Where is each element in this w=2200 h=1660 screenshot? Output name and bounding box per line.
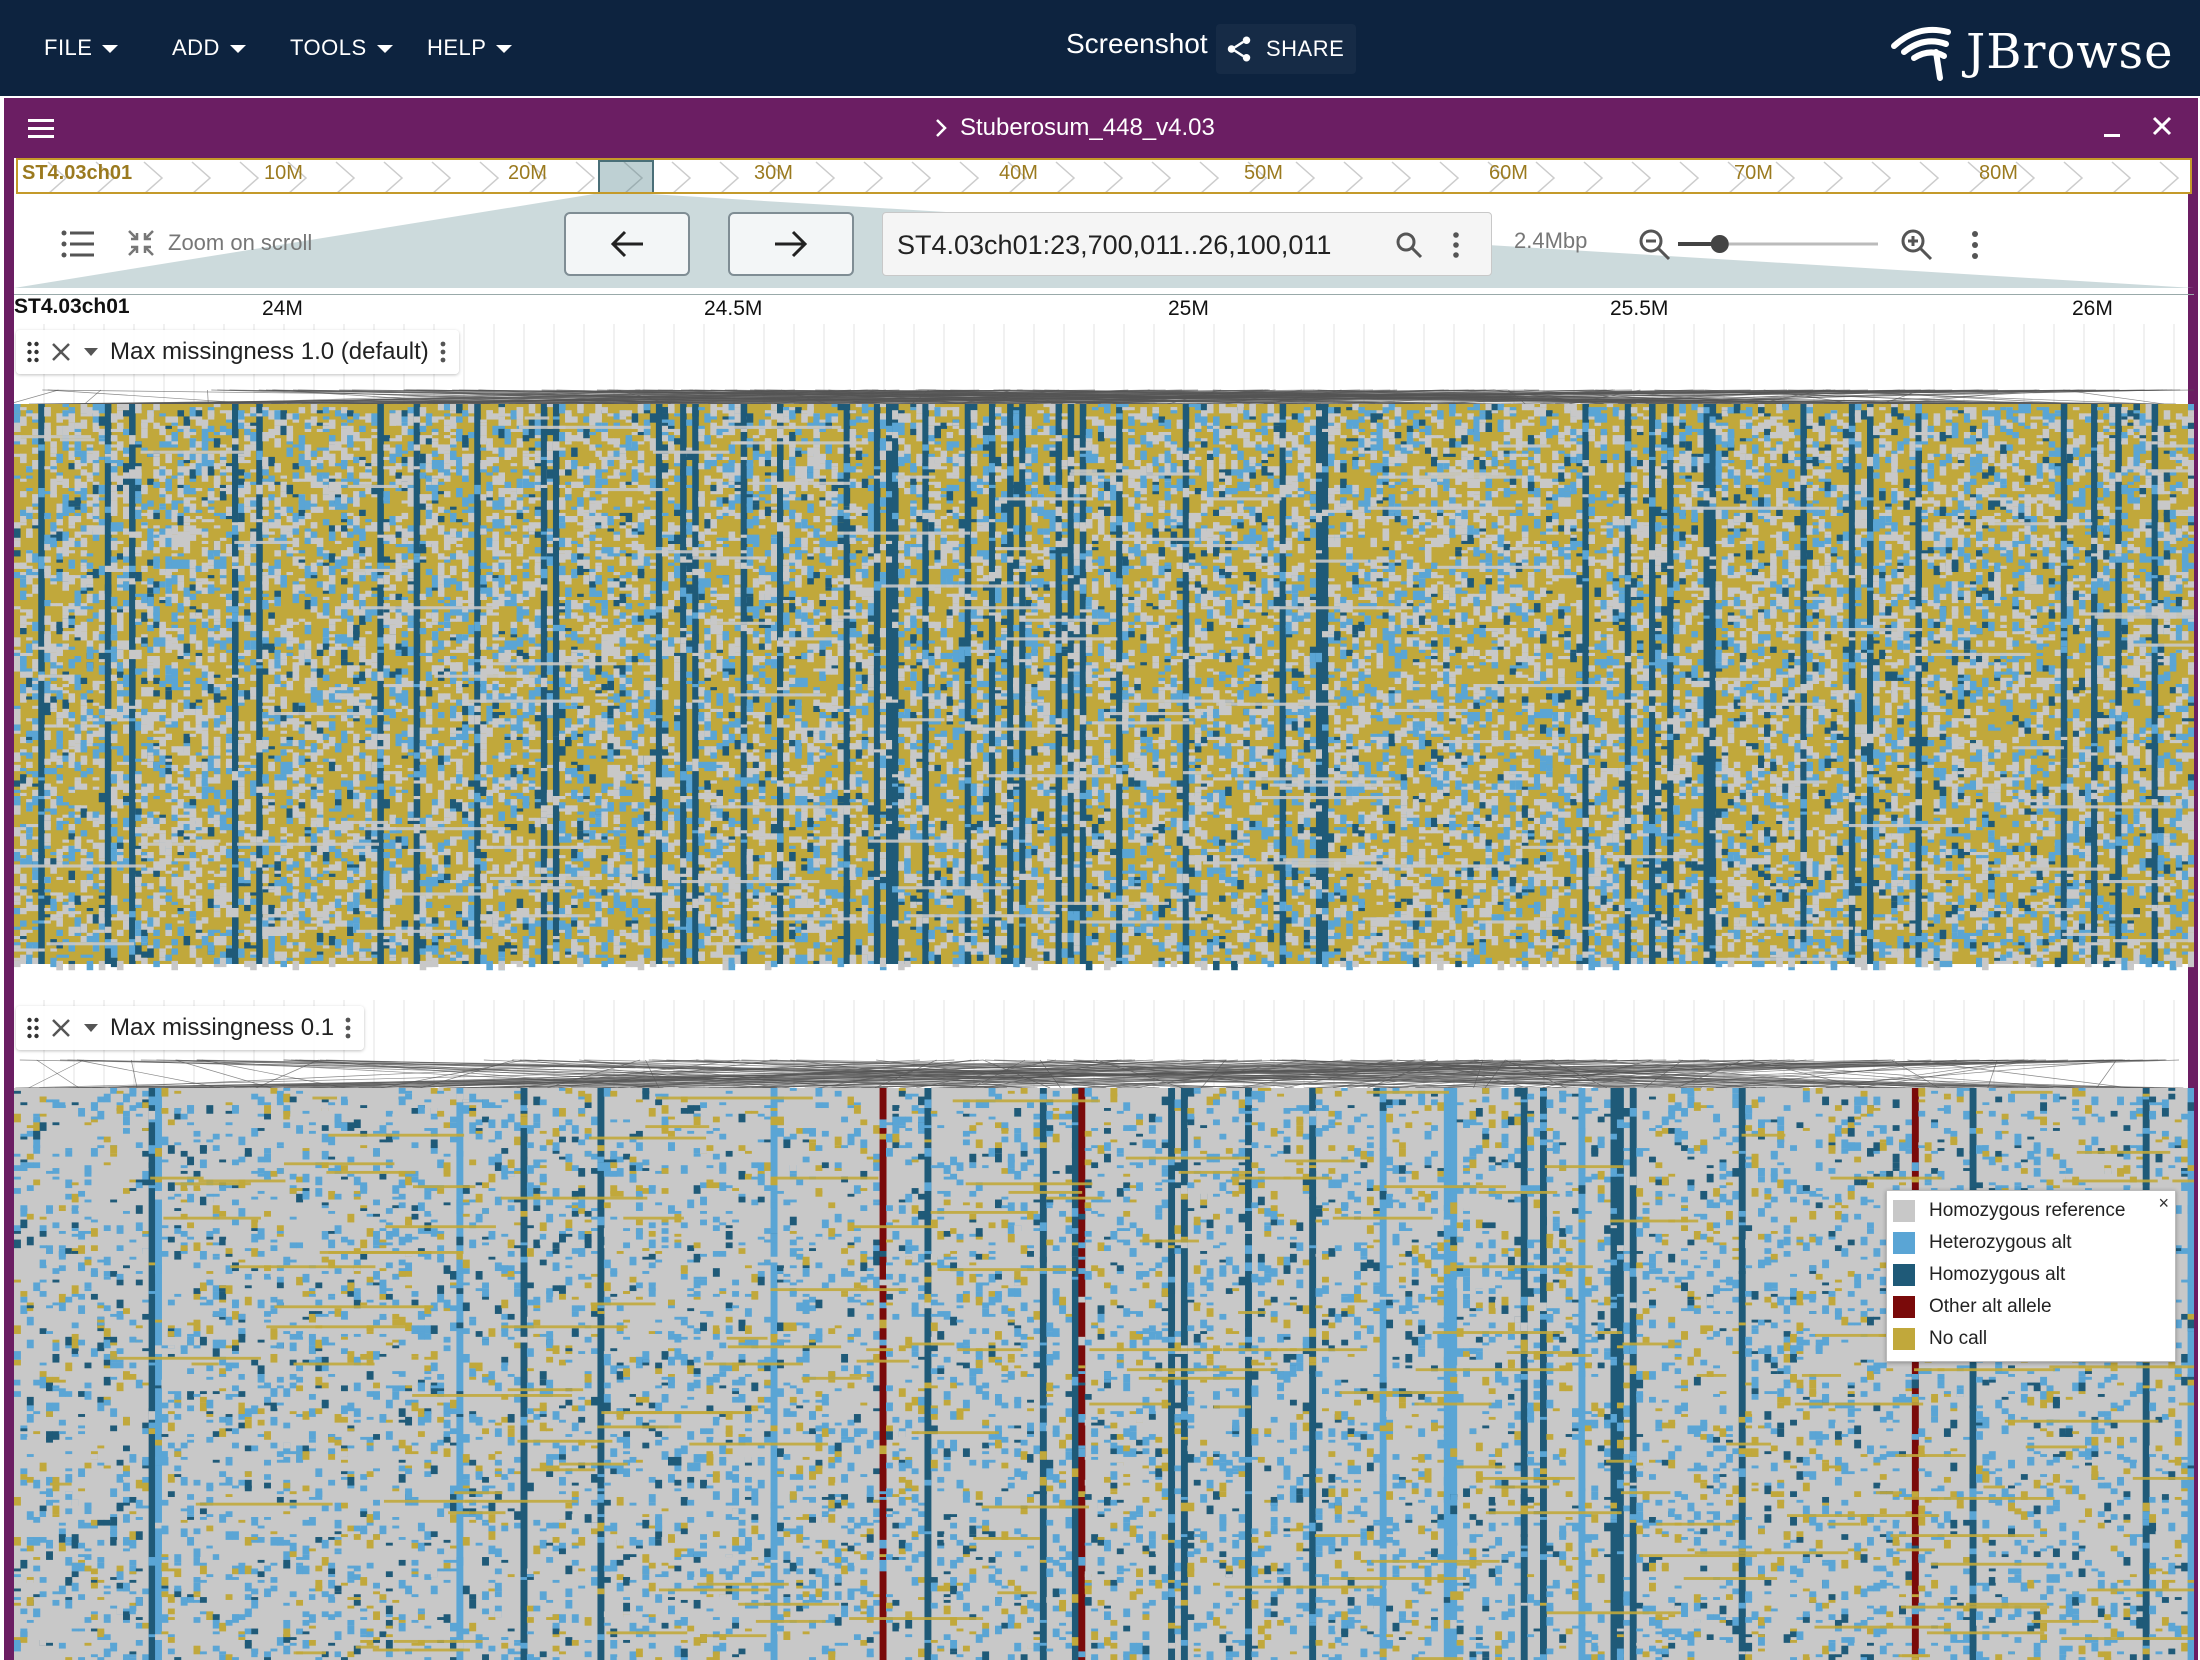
overview-tick-label: 40M <box>999 162 1038 185</box>
jbrowse-logo-icon <box>1890 22 1960 82</box>
genotype-matrix-1[interactable] <box>14 324 2194 998</box>
legend-label: Homozygous alt <box>1929 1264 2065 1286</box>
close-track-icon[interactable] <box>50 1017 72 1039</box>
zoom-out-icon[interactable] <box>1638 228 1672 262</box>
overview-tick-label: 80M <box>1979 162 2018 185</box>
overview-chevrons <box>18 160 2192 194</box>
track-name: Max missingness 1.0 (default) <box>110 338 429 366</box>
scale-ruler: ST4.03ch01 24M 24.5M 25M 25.5M 26M <box>14 294 2194 324</box>
view-title[interactable]: Stuberosum_448_v4.03 <box>934 114 1215 142</box>
tools-menu-button[interactable]: TOOLS <box>290 30 393 66</box>
more-vert-icon[interactable] <box>1970 230 1980 260</box>
genotype-matrix-2[interactable] <box>14 1000 2194 1660</box>
file-menu-button[interactable]: FILE <box>44 30 118 66</box>
navigation-toolbar: Zoom on scroll 2.4Mbp <box>14 194 2194 294</box>
track-label: Max missingness 0.1 <box>16 1006 364 1050</box>
overview-ruler[interactable]: ST4.03ch01 10M 20M 30M 40M 50M 60M 70M 8… <box>16 158 2192 194</box>
overview-region-highlight[interactable] <box>598 160 654 194</box>
caret-down-icon <box>377 45 393 53</box>
hamburger-icon[interactable] <box>26 116 56 140</box>
ruler-tick-label: 26M <box>2072 297 2113 321</box>
legend-swatch <box>1893 1200 1915 1222</box>
legend-swatch <box>1893 1264 1915 1286</box>
track-label: Max missingness 1.0 (default) <box>16 330 459 374</box>
legend-item: Other alt allele <box>1893 1293 2052 1321</box>
drag-handle-icon[interactable] <box>26 340 40 364</box>
ruler-tick-label: 24.5M <box>704 297 762 321</box>
scroll-left-button[interactable] <box>564 212 690 276</box>
close-track-icon[interactable] <box>50 341 72 363</box>
legend-item: Homozygous reference <box>1893 1197 2125 1225</box>
location-search-box <box>882 212 1492 276</box>
logo-text: JBrowse <box>1966 24 2173 80</box>
legend-item: Homozygous alt <box>1893 1261 2065 1289</box>
legend-item: No call <box>1893 1325 1987 1353</box>
legend-swatch <box>1893 1232 1915 1254</box>
overview-tick-label: 70M <box>1734 162 1773 185</box>
ruler-tick-label: 25M <box>1168 297 1209 321</box>
genotype-legend: × Homozygous reference Heterozygous alt … <box>1886 1190 2176 1362</box>
caret-down-icon[interactable] <box>82 346 100 358</box>
tools-menu-label: TOOLS <box>290 35 367 61</box>
file-menu-label: FILE <box>44 35 92 61</box>
search-icon[interactable] <box>1395 231 1423 259</box>
legend-swatch <box>1893 1328 1915 1350</box>
caret-down-icon[interactable] <box>82 1022 100 1034</box>
zoom-scroll-icon <box>126 228 156 258</box>
arrow-left-icon <box>609 229 645 259</box>
caret-down-icon <box>496 45 512 53</box>
overview-tick-label: 60M <box>1489 162 1528 185</box>
assembly-title: Stuberosum_448_v4.03 <box>960 114 1215 142</box>
variant-track-1: Max missingness 1.0 (default) <box>14 324 2194 998</box>
bp-per-pixel-label: 2.4Mbp <box>1514 228 1587 254</box>
app-bar: FILE ADD TOOLS HELP Screenshot SHARE JBr… <box>0 0 2200 96</box>
ruler-tick-label: 25.5M <box>1610 297 1668 321</box>
view-header: Stuberosum_448_v4.03 <box>4 98 2198 158</box>
track-list-icon[interactable] <box>60 228 96 260</box>
zoom-on-scroll-toggle[interactable]: Zoom on scroll <box>126 228 312 258</box>
zoom-on-scroll-label: Zoom on scroll <box>168 230 312 256</box>
caret-down-icon <box>102 45 118 53</box>
legend-swatch <box>1893 1296 1915 1318</box>
variant-track-2: Max missingness 0.1 <box>14 1000 2194 1660</box>
track-name: Max missingness 0.1 <box>110 1014 334 1042</box>
overview-tick-label: 30M <box>754 162 793 185</box>
legend-label: Homozygous reference <box>1929 1200 2125 1222</box>
overview-tick-label: 20M <box>508 162 547 185</box>
close-icon[interactable] <box>2148 112 2176 140</box>
overview-tick-label: 10M <box>264 162 303 185</box>
legend-label: Other alt allele <box>1929 1296 2052 1318</box>
more-vert-icon[interactable] <box>1451 231 1461 259</box>
help-menu-button[interactable]: HELP <box>427 30 512 66</box>
legend-label: Heterozygous alt <box>1929 1232 2072 1254</box>
session-title[interactable]: Screenshot <box>1066 28 1208 60</box>
caret-down-icon <box>230 45 246 53</box>
overview-tick-label: 50M <box>1244 162 1283 185</box>
add-menu-label: ADD <box>172 35 220 61</box>
more-vert-icon[interactable] <box>344 1016 352 1040</box>
ruler-chrom-label: ST4.03ch01 <box>14 295 130 319</box>
legend-label: No call <box>1929 1328 1987 1350</box>
legend-close-button[interactable]: × <box>2158 1193 2169 1214</box>
share-icon <box>1224 34 1254 64</box>
arrow-right-icon <box>773 229 809 259</box>
share-button[interactable]: SHARE <box>1216 24 1356 74</box>
add-menu-button[interactable]: ADD <box>172 30 246 66</box>
chevron-right-icon <box>934 117 948 139</box>
minimize-icon[interactable] <box>2098 114 2126 142</box>
zoom-slider[interactable] <box>1678 234 1878 254</box>
help-menu-label: HELP <box>427 35 486 61</box>
share-label: SHARE <box>1266 36 1344 62</box>
more-vert-icon[interactable] <box>439 340 447 364</box>
linear-genome-view: Stuberosum_448_v4.03 ST4.03ch01 10M 20M … <box>4 98 2198 1660</box>
scroll-right-button[interactable] <box>728 212 854 276</box>
location-input[interactable] <box>897 225 1367 265</box>
zoom-in-icon[interactable] <box>1900 228 1934 262</box>
jbrowse-logo: JBrowse <box>1890 22 2173 82</box>
overview-chrom-label: ST4.03ch01 <box>22 162 132 185</box>
drag-handle-icon[interactable] <box>26 1016 40 1040</box>
ruler-tick-label: 24M <box>262 297 303 321</box>
legend-item: Heterozygous alt <box>1893 1229 2072 1257</box>
